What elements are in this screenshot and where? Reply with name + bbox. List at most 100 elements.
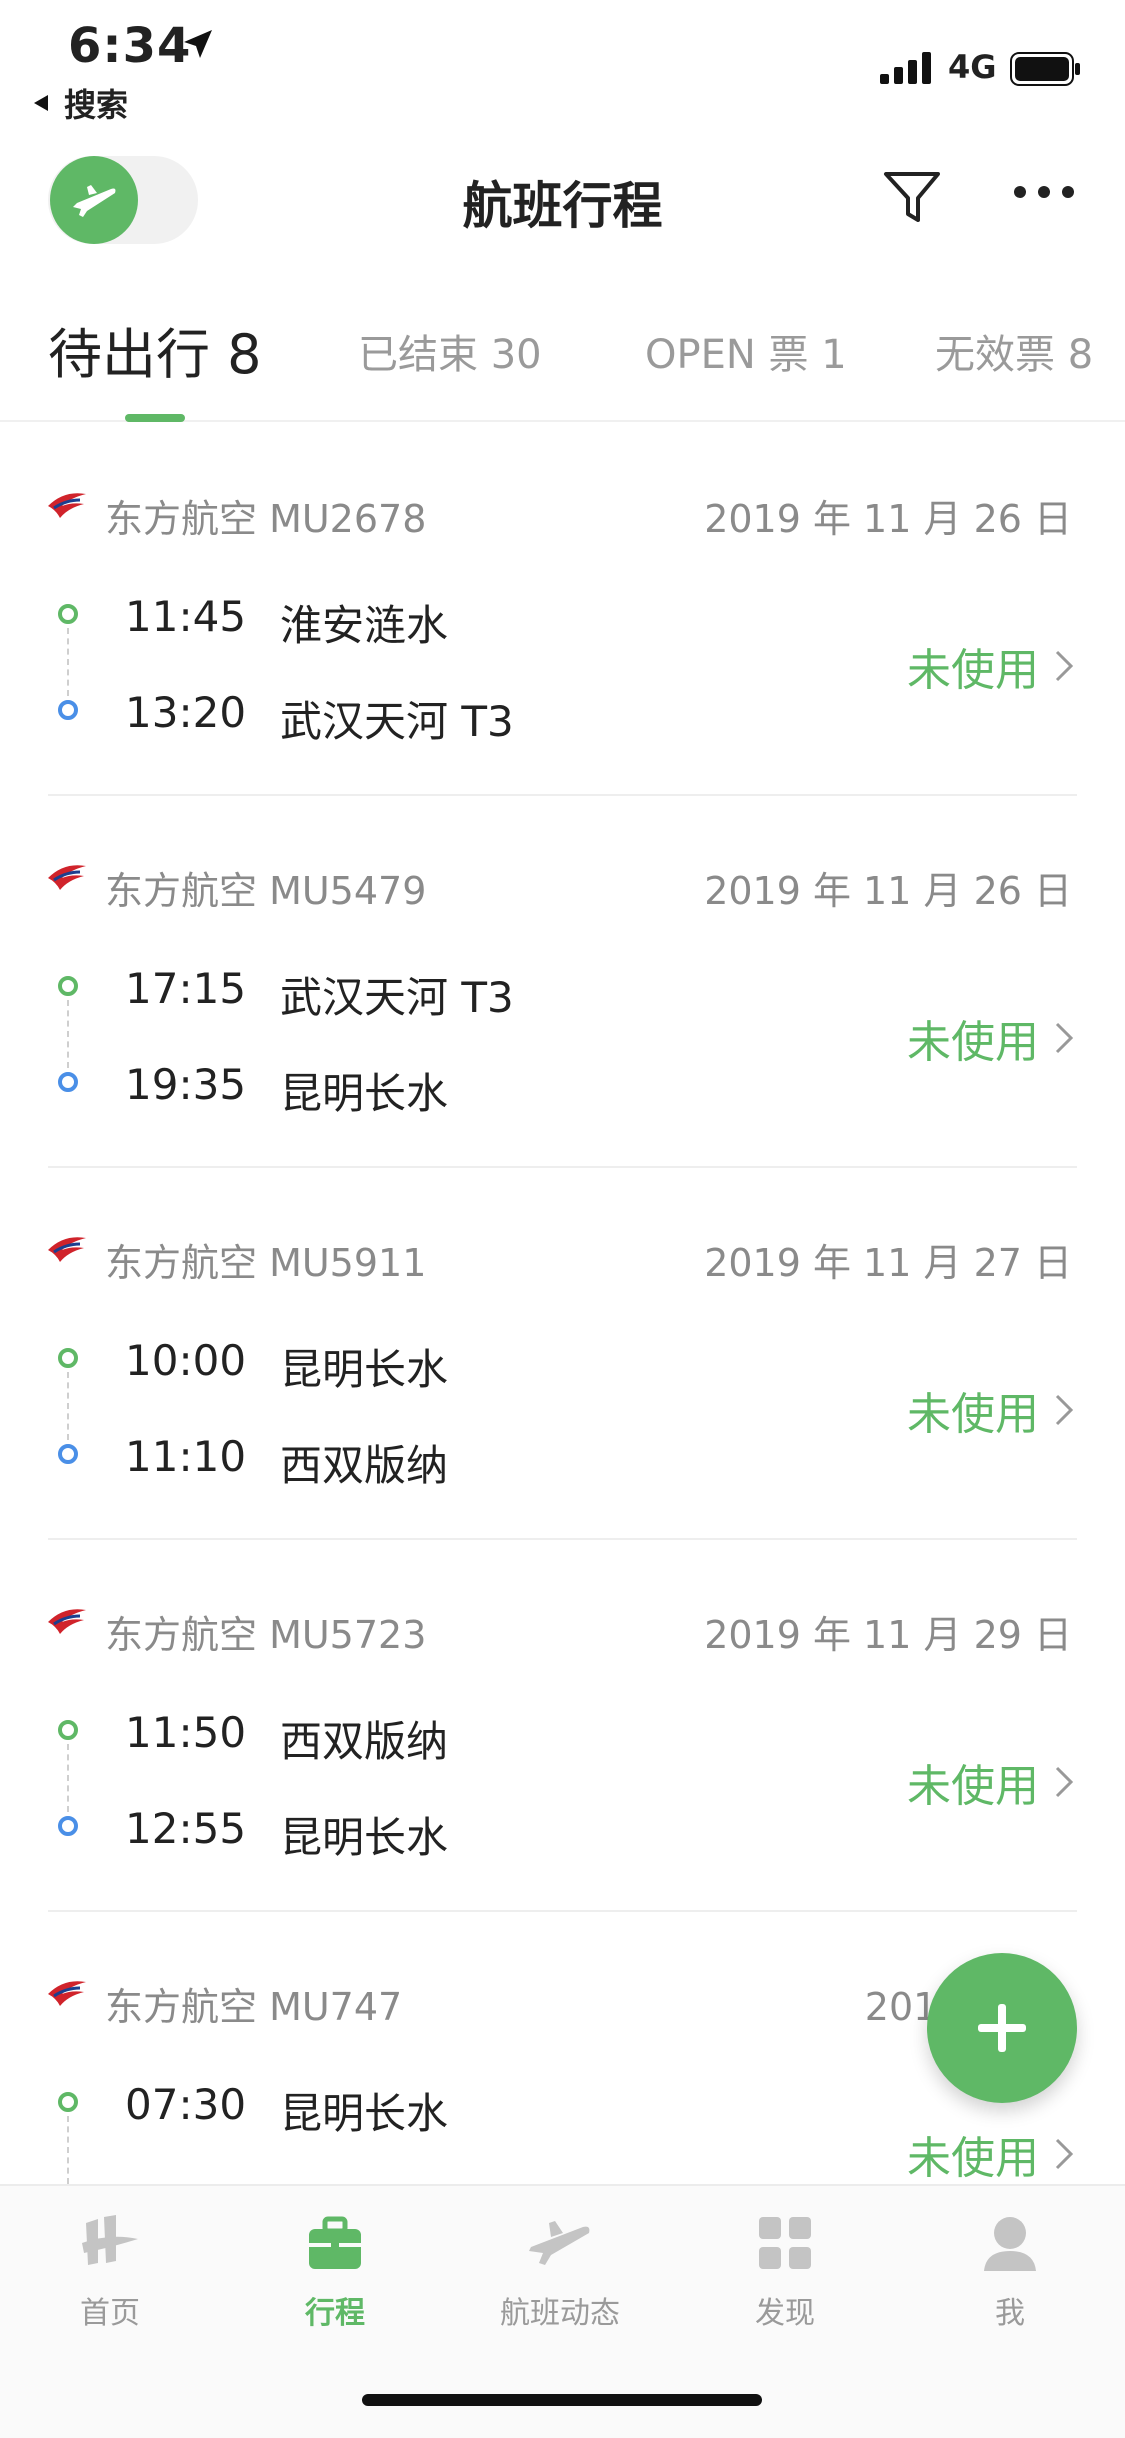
arrival-airport: 昆明长水 [280,1069,449,1118]
departure-airport: 武汉天河 T3 [280,973,514,1022]
airline-flight-number: 东方航空 MU5723 [105,1613,427,1657]
departure-time: 07:30 [125,2080,247,2129]
china-eastern-logo-icon [48,865,86,890]
plus-icon [978,2004,1026,2052]
flight-date: 2019 年 11 月 27 日 [704,1241,1072,1285]
flight-date: 2019 年 11 月 26 日 [704,869,1072,913]
arrival-time: 13:20 [125,688,247,737]
departure-time: 10:00 [125,1336,247,1385]
back-to-search-link[interactable]: 搜索 [30,80,128,126]
departure-time: 11:50 [125,1708,247,1757]
tabbar-item-trips[interactable]: 行程 [255,2208,415,2332]
flight-card[interactable]: 东方航空 MU5911 2019 年 11 月 27 日 10:00 昆明长水 … [0,1168,1125,1540]
departure-dot-icon [58,1720,78,1740]
departure-time: 17:15 [125,964,247,1013]
ticket-status: 未使用 [907,2133,1039,2184]
ticket-status-link[interactable]: 未使用 [907,2122,1075,2184]
tabbar-item-me[interactable]: 我 [930,2208,1090,2332]
briefcase-icon [255,2208,415,2278]
arrival-dot-icon [58,1072,78,1092]
chevron-right-icon [1055,1394,1074,1426]
tabbar-label: 行程 [305,2296,365,2331]
airline-flight-number: 东方航空 MU747 [105,1985,403,2029]
china-eastern-logo-icon [48,1981,86,2006]
arrival-time: 19:35 [125,1060,247,1109]
filter-icon[interactable] [882,168,942,232]
home-indicator[interactable] [362,2394,762,2406]
ticket-status: 未使用 [907,1761,1039,1812]
arrival-dot-icon [58,1816,78,1836]
arrival-dot-icon [58,1444,78,1464]
departure-airport: 西双版纳 [280,1717,449,1766]
ticket-status-link[interactable]: 未使用 [907,1378,1075,1442]
china-eastern-logo-icon [48,493,86,518]
airline-flight-number: 东方航空 MU5911 [105,1241,427,1285]
departure-airport: 淮安涟水 [280,601,449,650]
airline-flight-number: 东方航空 MU5479 [105,869,427,913]
departure-airport: 昆明长水 [280,2089,449,2138]
route-line [67,2116,69,2184]
departure-dot-icon [58,604,78,624]
more-options-icon[interactable] [1012,184,1076,204]
departure-dot-icon [58,1348,78,1368]
tab-open-ticket[interactable]: OPEN 票 1 [645,322,847,380]
departure-dot-icon [58,976,78,996]
tabbar-item-discover[interactable]: 发现 [705,2208,865,2332]
tabbar-label: 首页 [80,2296,140,2331]
add-trip-button[interactable] [927,1953,1077,2103]
route-line [67,1372,69,1440]
arrival-dot-icon [58,700,78,720]
grid-icon [705,2208,865,2278]
flight-list: 东方航空 MU2678 2019 年 11 月 26 日 11:45 淮安涟水 … [0,424,1125,2184]
battery-icon [1010,52,1082,90]
tabbar-label: 航班动态 [500,2296,620,2331]
arrival-airport: 武汉天河 T3 [280,697,514,746]
arrival-time: 11:10 [125,1432,247,1481]
route-line [67,1000,69,1068]
tabbar-item-home[interactable]: 首页 [30,2208,190,2332]
cellular-signal-icon [880,52,936,88]
status-time: 6:34 [68,18,192,74]
plane-icon [480,2208,640,2278]
departure-airport: 昆明长水 [280,1345,449,1394]
route-line [67,628,69,696]
tabbar-item-flight-status[interactable]: 航班动态 [480,2208,640,2332]
chevron-right-icon [1055,1766,1074,1798]
flight-card[interactable]: 东方航空 MU5479 2019 年 11 月 26 日 17:15 武汉天河 … [0,796,1125,1168]
user-icon [930,2208,1090,2278]
home-icon [30,2208,190,2278]
location-arrow-icon [180,28,214,66]
china-eastern-logo-icon [48,1237,86,1262]
route-line [67,1744,69,1812]
flight-date: 2019 年 11 月 26 日 [704,497,1072,541]
network-type: 4G [948,48,997,86]
arrival-airport: 昆明长水 [280,1813,449,1862]
arrival-airport: 西双版纳 [280,1441,449,1490]
ticket-status-link[interactable]: 未使用 [907,1006,1075,1070]
airline-flight-number: 东方航空 MU2678 [105,497,427,541]
chevron-right-icon [1055,1022,1074,1054]
chevron-right-icon [1055,650,1074,682]
page-title: 航班行程 [462,177,663,235]
ticket-status: 未使用 [907,1389,1039,1440]
tabbar-label: 发现 [755,2296,815,2331]
ticket-status: 未使用 [907,645,1039,696]
chevron-right-icon [1055,2138,1074,2170]
tabbar-label: 我 [995,2296,1025,2331]
arrival-time: 12:55 [125,1804,247,1853]
ticket-status-link[interactable]: 未使用 [907,1750,1075,1814]
tab-pending[interactable]: 待出行 8 [48,310,262,389]
departure-dot-icon [58,2092,78,2112]
ticket-status: 未使用 [907,1017,1039,1068]
tab-ended[interactable]: 已结束 30 [358,322,542,380]
flight-card[interactable]: 东方航空 MU2678 2019 年 11 月 26 日 11:45 淮安涟水 … [0,424,1125,796]
departure-time: 11:45 [125,592,247,641]
flight-date: 2019 年 11 月 29 日 [704,1613,1072,1657]
china-eastern-logo-icon [48,1609,86,1634]
flight-card[interactable]: 东方航空 MU5723 2019 年 11 月 29 日 11:50 西双版纳 … [0,1540,1125,1912]
tab-invalid-ticket[interactable]: 无效票 8 [935,322,1093,380]
back-label: 搜索 [64,86,129,124]
active-tab-indicator [125,414,185,422]
back-triangle-icon [34,95,48,111]
ticket-status-link[interactable]: 未使用 [907,634,1075,698]
